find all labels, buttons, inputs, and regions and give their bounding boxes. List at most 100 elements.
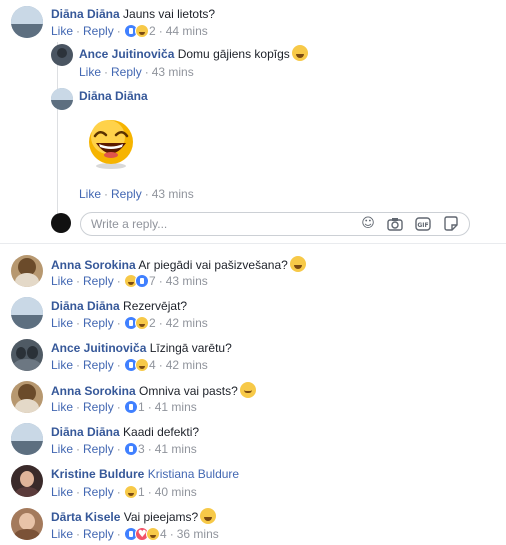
- timestamp[interactable]: 42 mins: [166, 358, 208, 372]
- haha-reaction-icon: [134, 24, 149, 38]
- timestamp[interactable]: 41 mins: [155, 442, 197, 456]
- mention-link[interactable]: Kristiana Buldure: [148, 467, 239, 481]
- comment-author[interactable]: Diāna Diāna: [51, 425, 120, 439]
- separator: ·: [76, 527, 81, 541]
- like-link[interactable]: Like: [51, 24, 73, 38]
- emoji-icon[interactable]: ☺: [360, 216, 376, 232]
- separator: ·: [147, 485, 152, 499]
- reactions[interactable]: [123, 358, 149, 372]
- comment-text: Kaadi defekti?: [123, 425, 200, 439]
- sticker-icon[interactable]: [443, 216, 459, 232]
- timestamp[interactable]: 36 mins: [177, 527, 219, 541]
- timestamp[interactable]: 41 mins: [155, 400, 197, 414]
- like-link[interactable]: Like: [51, 527, 73, 541]
- reaction-count: 7: [149, 274, 156, 288]
- grin-emoji-icon: [289, 256, 306, 272]
- reply-link[interactable]: Reply: [83, 24, 114, 38]
- reactions[interactable]: [123, 485, 138, 499]
- reply-link[interactable]: Reply: [83, 358, 114, 372]
- separator: ·: [158, 358, 163, 372]
- current-user-avatar: [51, 213, 71, 233]
- comment-author[interactable]: Diāna Diāna: [51, 299, 120, 313]
- comment-text: Līzingā varētu?: [149, 341, 232, 355]
- like-reaction-icon: [134, 274, 149, 288]
- comment-author[interactable]: Diāna Diāna: [79, 89, 148, 103]
- reply-link[interactable]: Reply: [83, 274, 114, 288]
- separator: ·: [158, 24, 163, 38]
- reaction-count: 2: [149, 316, 156, 330]
- avatar[interactable]: [11, 297, 43, 329]
- separator: ·: [76, 24, 81, 38]
- like-link[interactable]: Like: [51, 358, 73, 372]
- reply-link[interactable]: Reply: [83, 527, 114, 541]
- haha-reaction-icon: [134, 316, 149, 330]
- divider: [0, 243, 506, 244]
- reply-link[interactable]: Reply: [111, 65, 142, 79]
- like-link[interactable]: Like: [79, 187, 101, 201]
- reactions[interactable]: [123, 316, 149, 330]
- separator: ·: [158, 316, 163, 330]
- timestamp[interactable]: 44 mins: [166, 24, 208, 38]
- separator: ·: [147, 400, 152, 414]
- comment-author[interactable]: Ance Juitinoviča: [79, 47, 174, 61]
- comment-author[interactable]: Anna Sorokina: [51, 384, 136, 398]
- smile-emoji-icon: [239, 382, 256, 398]
- separator: ·: [116, 485, 121, 499]
- like-link[interactable]: Like: [51, 274, 73, 288]
- separator: ·: [116, 24, 121, 38]
- reply-link[interactable]: Reply: [83, 442, 114, 456]
- comment-author[interactable]: Dārta Kisele: [51, 510, 120, 524]
- separator: ·: [116, 442, 121, 456]
- separator: ·: [158, 274, 163, 288]
- camera-icon[interactable]: [387, 216, 403, 232]
- reply-link[interactable]: Reply: [83, 485, 114, 499]
- avatar[interactable]: [11, 423, 43, 455]
- timestamp[interactable]: 40 mins: [155, 485, 197, 499]
- separator: ·: [147, 442, 152, 456]
- like-link[interactable]: Like: [51, 442, 73, 456]
- avatar[interactable]: [11, 255, 43, 287]
- reply-input[interactable]: [91, 216, 351, 232]
- reactions[interactable]: [123, 527, 160, 543]
- comment-author[interactable]: Ance Juitinoviča: [51, 341, 146, 355]
- reactions[interactable]: [123, 442, 138, 456]
- comment-text: Omniva vai pasts?: [139, 384, 238, 398]
- avatar[interactable]: [11, 6, 43, 38]
- comment-author[interactable]: Anna Sorokina: [51, 258, 136, 272]
- reactions[interactable]: [123, 400, 138, 414]
- avatar[interactable]: [11, 339, 43, 371]
- timestamp[interactable]: 43 mins: [166, 274, 208, 288]
- like-link[interactable]: Like: [51, 485, 73, 499]
- haha-reaction-icon: [123, 485, 138, 499]
- reaction-count: 4: [149, 358, 156, 372]
- timestamp[interactable]: 43 mins: [152, 65, 194, 79]
- avatar[interactable]: [51, 88, 73, 110]
- reply-link[interactable]: Reply: [83, 400, 114, 414]
- like-link[interactable]: Like: [79, 65, 101, 79]
- comment-author[interactable]: Kristine Buldure: [51, 467, 144, 481]
- gif-icon[interactable]: GIF: [415, 216, 431, 232]
- reactions[interactable]: [123, 24, 149, 38]
- avatar[interactable]: [11, 381, 43, 413]
- haha-reaction-icon: [145, 527, 160, 541]
- avatar[interactable]: [11, 465, 43, 497]
- avatar[interactable]: [11, 508, 43, 540]
- laughing-face-sticker[interactable]: [84, 116, 138, 170]
- comment-author[interactable]: Diāna Diāna: [51, 7, 120, 21]
- reaction-count: 1: [138, 485, 145, 499]
- separator: ·: [76, 274, 81, 288]
- like-link[interactable]: Like: [51, 400, 73, 414]
- separator: ·: [116, 400, 121, 414]
- reactions[interactable]: [123, 274, 149, 288]
- like-reaction-icon: [123, 400, 138, 414]
- svg-text:GIF: GIF: [417, 222, 428, 229]
- reply-link[interactable]: Reply: [111, 187, 142, 201]
- timestamp[interactable]: 42 mins: [166, 316, 208, 330]
- like-link[interactable]: Like: [51, 316, 73, 330]
- timestamp[interactable]: 43 mins: [152, 187, 194, 201]
- separator: ·: [169, 527, 174, 541]
- thread-line: [57, 42, 58, 222]
- reply-link[interactable]: Reply: [83, 316, 114, 330]
- separator: ·: [104, 187, 109, 201]
- avatar[interactable]: [51, 44, 73, 66]
